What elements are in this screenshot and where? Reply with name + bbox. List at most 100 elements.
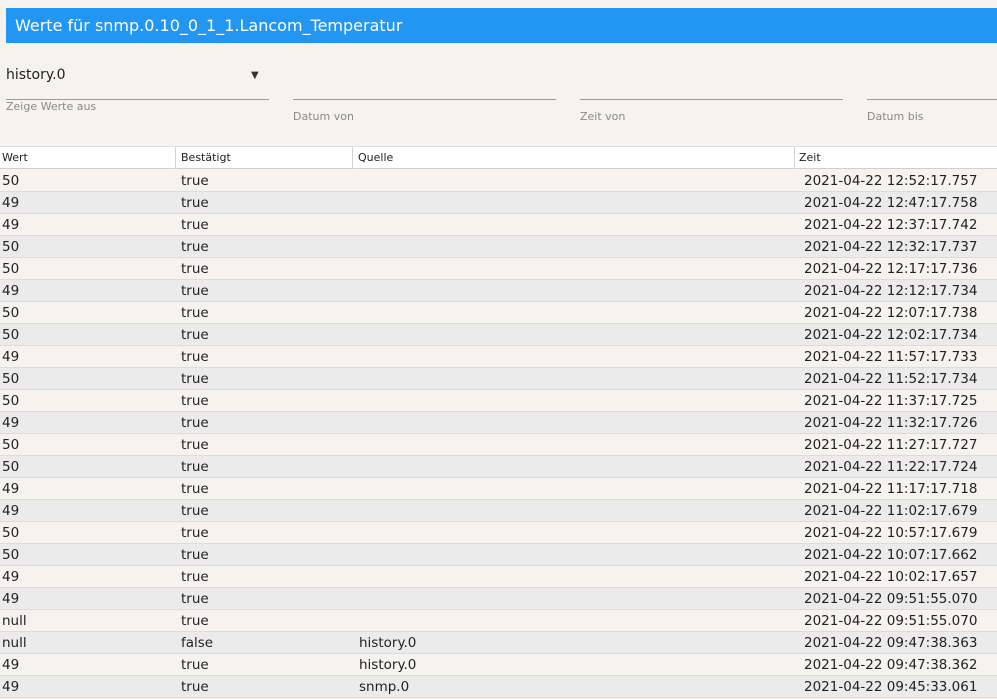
table-row[interactable]: 49 true history.0 2021-04-22 09:47:38.362 bbox=[0, 654, 997, 676]
table-row[interactable]: null false history.0 2021-04-22 09:47:38.36… bbox=[0, 632, 997, 654]
cell-wert: 49 bbox=[2, 679, 20, 695]
cell-zeit: 2021-04-22 10:07:17.662 bbox=[804, 547, 978, 563]
table-row[interactable]: 50 true 2021-04-22 11:27:17.727 bbox=[0, 434, 997, 456]
cell-wert: null bbox=[2, 613, 27, 629]
cell-wert: 49 bbox=[2, 591, 20, 607]
instance-select-label: Zeige Werte aus bbox=[6, 100, 97, 113]
cell-bestaetigt: true bbox=[181, 261, 209, 277]
cell-bestaetigt: true bbox=[181, 371, 209, 387]
cell-bestaetigt: true bbox=[181, 415, 209, 431]
cell-wert: 50 bbox=[2, 305, 20, 321]
table-row[interactable]: 50 true 2021-04-22 11:37:17.725 bbox=[0, 390, 997, 412]
cell-bestaetigt: true bbox=[181, 547, 209, 563]
cell-zeit: 2021-04-22 12:47:17.758 bbox=[804, 195, 978, 211]
cell-zeit: 2021-04-22 12:02:17.734 bbox=[804, 327, 978, 343]
cell-bestaetigt: true bbox=[181, 393, 209, 409]
table-row[interactable]: 50 true 2021-04-22 12:52:17.757 bbox=[0, 170, 997, 192]
date-to-field[interactable]: Datum bis bbox=[867, 60, 997, 130]
cell-zeit: 2021-04-22 12:17:17.736 bbox=[804, 261, 978, 277]
table-row[interactable]: 50 true 2021-04-22 12:32:17.737 bbox=[0, 236, 997, 258]
cell-wert: 49 bbox=[2, 349, 20, 365]
date-to-label: Datum bis bbox=[867, 110, 924, 123]
cell-zeit: 2021-04-22 10:57:17.679 bbox=[804, 525, 978, 541]
cell-zeit: 2021-04-22 11:52:17.734 bbox=[804, 371, 978, 387]
table-row[interactable]: 49 true 2021-04-22 09:51:55.070 bbox=[0, 588, 997, 610]
cell-zeit: 2021-04-22 12:32:17.737 bbox=[804, 239, 978, 255]
cell-quelle: snmp.0 bbox=[359, 679, 410, 695]
cell-zeit: 2021-04-22 11:32:17.726 bbox=[804, 415, 978, 431]
cell-bestaetigt: true bbox=[181, 569, 209, 585]
cell-wert: 50 bbox=[2, 371, 20, 387]
cell-bestaetigt: true bbox=[181, 239, 209, 255]
cell-wert: 50 bbox=[2, 547, 20, 563]
cell-zeit: 2021-04-22 11:57:17.733 bbox=[804, 349, 978, 365]
table-row[interactable]: 50 true 2021-04-22 11:22:17.724 bbox=[0, 456, 997, 478]
table-row[interactable]: 49 true 2021-04-22 11:02:17.679 bbox=[0, 500, 997, 522]
cell-bestaetigt: true bbox=[181, 305, 209, 321]
table-row[interactable]: 50 true 2021-04-22 10:57:17.679 bbox=[0, 522, 997, 544]
cell-zeit: 2021-04-22 09:47:38.362 bbox=[804, 657, 978, 673]
cell-wert: 50 bbox=[2, 173, 20, 189]
cell-wert: 50 bbox=[2, 525, 20, 541]
column-header-wert[interactable]: Wert bbox=[0, 147, 176, 169]
table-row[interactable]: 49 true 2021-04-22 10:02:17.657 bbox=[0, 566, 997, 588]
cell-bestaetigt: true bbox=[181, 481, 209, 497]
time-from-field[interactable]: Zeit von bbox=[580, 60, 843, 130]
cell-bestaetigt: true bbox=[181, 613, 209, 629]
date-from-label: Datum von bbox=[293, 110, 354, 123]
history-table-body: 50 true 2021-04-22 12:52:17.757 49 true 2021-… bbox=[0, 170, 997, 698]
cell-zeit: 2021-04-22 12:07:17.738 bbox=[804, 305, 978, 321]
cell-wert: 49 bbox=[2, 283, 20, 299]
cell-bestaetigt: true bbox=[181, 283, 209, 299]
cell-zeit: 2021-04-22 09:51:55.070 bbox=[804, 613, 978, 629]
table-row[interactable]: 49 true 2021-04-22 11:17:17.718 bbox=[0, 478, 997, 500]
cell-zeit: 2021-04-22 11:17:17.718 bbox=[804, 481, 978, 497]
table-row[interactable]: 49 true 2021-04-22 12:12:17.734 bbox=[0, 280, 997, 302]
cell-zeit: 2021-04-22 12:52:17.757 bbox=[804, 173, 978, 189]
table-row[interactable]: 49 true snmp.0 2021-04-22 09:45:33.061 bbox=[0, 676, 997, 698]
cell-wert: 49 bbox=[2, 217, 20, 233]
cell-wert: 49 bbox=[2, 481, 20, 497]
cell-bestaetigt: true bbox=[181, 657, 209, 673]
cell-wert: 50 bbox=[2, 327, 20, 343]
cell-zeit: 2021-04-22 09:45:33.061 bbox=[804, 679, 978, 695]
date-from-field[interactable]: Datum von bbox=[293, 60, 556, 130]
chevron-down-icon[interactable]: ▼ bbox=[251, 70, 259, 81]
cell-wert: 49 bbox=[2, 415, 20, 431]
cell-zeit: 2021-04-22 11:02:17.679 bbox=[804, 503, 978, 519]
table-row[interactable]: 50 true 2021-04-22 12:02:17.734 bbox=[0, 324, 997, 346]
column-header-quelle[interactable]: Quelle bbox=[353, 147, 795, 169]
table-header: Wert Bestätigt Quelle Zeit bbox=[0, 146, 997, 169]
table-row[interactable]: 49 true 2021-04-22 11:32:17.726 bbox=[0, 412, 997, 434]
cell-bestaetigt: true bbox=[181, 679, 209, 695]
table-row[interactable]: null true 2021-04-22 09:51:55.070 bbox=[0, 610, 997, 632]
instance-select-value: history.0 bbox=[6, 67, 66, 83]
cell-zeit: 2021-04-22 11:37:17.725 bbox=[804, 393, 978, 409]
column-header-bestaetigt[interactable]: Bestätigt bbox=[176, 147, 353, 169]
cell-bestaetigt: true bbox=[181, 349, 209, 365]
column-header-zeit[interactable]: Zeit bbox=[795, 147, 997, 169]
table-row[interactable]: 49 true 2021-04-22 12:47:17.758 bbox=[0, 192, 997, 214]
cell-bestaetigt: true bbox=[181, 217, 209, 233]
cell-wert: 50 bbox=[2, 437, 20, 453]
table-row[interactable]: 49 true 2021-04-22 11:57:17.733 bbox=[0, 346, 997, 368]
table-row[interactable]: 50 true 2021-04-22 10:07:17.662 bbox=[0, 544, 997, 566]
cell-wert: null bbox=[2, 635, 27, 651]
cell-bestaetigt: true bbox=[181, 195, 209, 211]
cell-wert: 50 bbox=[2, 261, 20, 277]
instance-select[interactable]: history.0 ▼ Zeige Werte aus bbox=[6, 60, 269, 120]
time-from-label: Zeit von bbox=[580, 110, 626, 123]
cell-zeit: 2021-04-22 12:12:17.734 bbox=[804, 283, 978, 299]
cell-zeit: 2021-04-22 11:27:17.727 bbox=[804, 437, 978, 453]
cell-bestaetigt: true bbox=[181, 437, 209, 453]
cell-quelle: history.0 bbox=[359, 657, 417, 673]
cell-wert: 50 bbox=[2, 393, 20, 409]
cell-wert: 49 bbox=[2, 503, 20, 519]
table-row[interactable]: 50 true 2021-04-22 12:07:17.738 bbox=[0, 302, 997, 324]
cell-wert: 49 bbox=[2, 569, 20, 585]
cell-bestaetigt: false bbox=[181, 635, 214, 651]
table-row[interactable]: 50 true 2021-04-22 11:52:17.734 bbox=[0, 368, 997, 390]
table-row[interactable]: 50 true 2021-04-22 12:17:17.736 bbox=[0, 258, 997, 280]
table-row[interactable]: 49 true 2021-04-22 12:37:17.742 bbox=[0, 214, 997, 236]
cell-zeit: 2021-04-22 09:47:38.363 bbox=[804, 635, 978, 651]
